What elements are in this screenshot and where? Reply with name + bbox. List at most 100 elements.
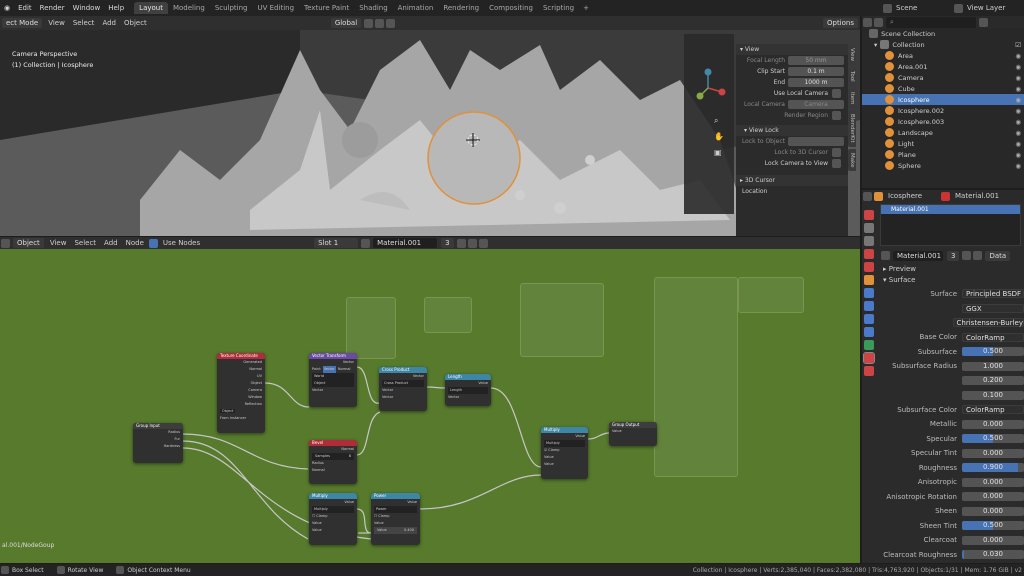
sidebar-tab-tool[interactable]: Tool bbox=[848, 67, 856, 86]
render-tab-icon[interactable] bbox=[864, 210, 874, 220]
object-field[interactable]: Object bbox=[220, 409, 236, 413]
node-group-output[interactable]: Group Output Value bbox=[609, 422, 657, 446]
clip-end-field[interactable]: 1000 m bbox=[788, 78, 844, 87]
pan-hand-icon[interactable]: ✋ bbox=[714, 132, 724, 141]
outliner-item[interactable]: Icosphere.003 ◉ bbox=[862, 116, 1024, 127]
modifier-tab-icon[interactable] bbox=[864, 288, 874, 298]
workspace-tab-layout[interactable]: Layout bbox=[134, 2, 168, 14]
clip-start-field[interactable]: 0.1 m bbox=[788, 67, 844, 76]
property-value[interactable]: 0.900 bbox=[962, 463, 1024, 472]
outliner-item[interactable]: Icosphere ◉ bbox=[862, 94, 1024, 105]
workspace-tab-sculpting[interactable]: Sculpting bbox=[210, 2, 253, 14]
operation-dropdown[interactable]: Multiply bbox=[544, 440, 585, 447]
workspace-tab-modeling[interactable]: Modeling bbox=[168, 2, 210, 14]
menu-window[interactable]: Window bbox=[69, 4, 105, 12]
operation-dropdown[interactable]: Multiply bbox=[312, 506, 354, 513]
surface-panel-header[interactable]: ▾ Surface bbox=[880, 274, 1024, 285]
property-value[interactable]: 0.030 bbox=[962, 550, 1024, 559]
visibility-eye-icon[interactable]: ◉ bbox=[1015, 118, 1024, 126]
outliner-item[interactable]: Area ◉ bbox=[862, 50, 1024, 61]
property-value[interactable]: 0.000 bbox=[962, 506, 1024, 516]
node-vector-transform[interactable]: Vector Transform Vector Point Vector Norma… bbox=[309, 353, 357, 407]
property-value[interactable]: 0.000 bbox=[962, 419, 1024, 429]
material-users[interactable]: 3 bbox=[947, 250, 960, 261]
visibility-eye-icon[interactable]: ◉ bbox=[1015, 107, 1024, 115]
property-value[interactable]: 0.200 bbox=[962, 376, 1024, 385]
property-value[interactable]: GGX bbox=[962, 303, 1024, 313]
world-tab-icon[interactable] bbox=[864, 262, 874, 272]
icosphere-selected[interactable] bbox=[427, 111, 521, 205]
operation-dropdown[interactable]: Length bbox=[448, 387, 488, 394]
type-vector[interactable]: Vector bbox=[322, 366, 336, 373]
outliner-item[interactable]: Cube ◉ bbox=[862, 83, 1024, 94]
visibility-eye-icon[interactable]: ◉ bbox=[1015, 52, 1024, 60]
preview-panel-header[interactable]: ▸ Preview bbox=[880, 263, 1024, 274]
workspace-tab-shading[interactable]: Shading bbox=[354, 2, 392, 14]
sidebar-tab-view[interactable]: View bbox=[848, 44, 856, 66]
render-region-checkbox[interactable] bbox=[832, 111, 841, 120]
zoom-icon[interactable]: ⌕ bbox=[714, 116, 718, 126]
focal-length-field[interactable]: 50 mm bbox=[788, 56, 844, 65]
value-field[interactable]: 0.400 bbox=[404, 527, 414, 534]
outliner-item[interactable]: Area.001 ◉ bbox=[862, 61, 1024, 72]
outliner-editor-icon[interactable] bbox=[863, 17, 872, 27]
visibility-eye-icon[interactable]: ◉ bbox=[1015, 140, 1024, 148]
workspace-tab-compositing[interactable]: Compositing bbox=[484, 2, 538, 14]
orientation-dropdown[interactable]: Global bbox=[330, 18, 362, 28]
options-dropdown[interactable]: Options bbox=[822, 18, 858, 28]
lock-3d-cursor-checkbox[interactable] bbox=[832, 148, 841, 157]
visibility-eye-icon[interactable]: ◉ bbox=[1015, 85, 1024, 93]
property-value[interactable]: ColorRamp bbox=[962, 332, 1024, 342]
type-normal[interactable]: Normal bbox=[338, 366, 351, 373]
to-space-dropdown[interactable]: Object bbox=[312, 380, 354, 387]
pivot-icon[interactable] bbox=[364, 18, 374, 28]
outliner-scene-collection[interactable]: Scene Collection bbox=[862, 28, 1024, 39]
property-value[interactable]: 0.000 bbox=[962, 448, 1024, 458]
node-editor[interactable]: Object View Select Add Node Use Nodes Sl… bbox=[0, 237, 860, 563]
operation-dropdown[interactable]: Cross Product bbox=[382, 380, 424, 387]
menu-help[interactable]: Help bbox=[104, 4, 128, 12]
clamp-checkbox[interactable]: Clamp bbox=[316, 514, 327, 518]
node-texture-coordinate[interactable]: Texture Coordinate Generated Normal UV Obje… bbox=[217, 353, 265, 433]
view-lock-header[interactable]: ▾ View Lock bbox=[736, 125, 848, 136]
scene-tab-icon[interactable] bbox=[864, 249, 874, 259]
viewport-menu-view[interactable]: View bbox=[44, 19, 69, 27]
workspace-tab-animation[interactable]: Animation bbox=[393, 2, 439, 14]
viewport-menu-add[interactable]: Add bbox=[98, 19, 120, 27]
axis-gizmo[interactable] bbox=[686, 66, 730, 110]
outliner-item[interactable]: Icosphere.002 ◉ bbox=[862, 105, 1024, 116]
node-group-input[interactable]: Group Input Radius Fur Hardness bbox=[133, 423, 183, 463]
visibility-eye-icon[interactable]: ◉ bbox=[1015, 63, 1024, 71]
sidebar-tab-make[interactable]: Make bbox=[848, 148, 856, 172]
3d-viewport[interactable]: ect Mode View Select Add Object Global O… bbox=[0, 16, 860, 236]
outliner-item[interactable]: Camera ◉ bbox=[862, 72, 1024, 83]
samples-field[interactable]: 8 bbox=[349, 453, 351, 460]
node-multiply-2[interactable]: Multiply Value Multiply ☑ Clamp Value Va… bbox=[541, 427, 588, 479]
object-tab-icon[interactable] bbox=[864, 275, 874, 285]
material-browse-icon[interactable] bbox=[881, 251, 890, 260]
display-mode-icon[interactable] bbox=[874, 17, 883, 27]
view-panel-header[interactable]: ▾ View bbox=[736, 44, 848, 55]
property-value[interactable]: Principled BSDF bbox=[962, 289, 1024, 298]
physics-tab-icon[interactable] bbox=[864, 314, 874, 324]
property-value[interactable]: 0.000 bbox=[962, 477, 1024, 487]
material-tab-icon[interactable] bbox=[863, 352, 875, 364]
snap-icon[interactable] bbox=[375, 18, 385, 28]
node-length[interactable]: Length Value Length Vector bbox=[445, 374, 491, 406]
property-value[interactable]: Christensen-Burley bbox=[952, 318, 1024, 327]
visibility-eye-icon[interactable]: ◉ bbox=[1015, 74, 1024, 82]
property-value[interactable]: 0.500 bbox=[962, 434, 1024, 443]
property-value[interactable]: 0.500 bbox=[962, 521, 1024, 530]
node-multiply-1[interactable]: Multiply Value Multiply ☐ Clamp Value Va… bbox=[309, 493, 357, 545]
data-link-dropdown[interactable]: Data bbox=[985, 250, 1011, 261]
duplicate-icon[interactable] bbox=[962, 251, 972, 260]
visibility-eye-icon[interactable]: ◉ bbox=[1015, 96, 1024, 104]
local-camera-field[interactable]: Camera bbox=[788, 100, 844, 109]
type-point[interactable]: Point bbox=[312, 366, 321, 373]
outliner-item[interactable]: Landscape ◉ bbox=[862, 127, 1024, 138]
scene-name[interactable]: Scene bbox=[893, 4, 953, 12]
lock-to-object-field[interactable] bbox=[788, 137, 844, 146]
properties-editor-icon[interactable] bbox=[863, 191, 872, 201]
outliner-item[interactable]: Plane ◉ bbox=[862, 149, 1024, 160]
outliner-search-input[interactable]: ⌕ bbox=[886, 16, 976, 28]
